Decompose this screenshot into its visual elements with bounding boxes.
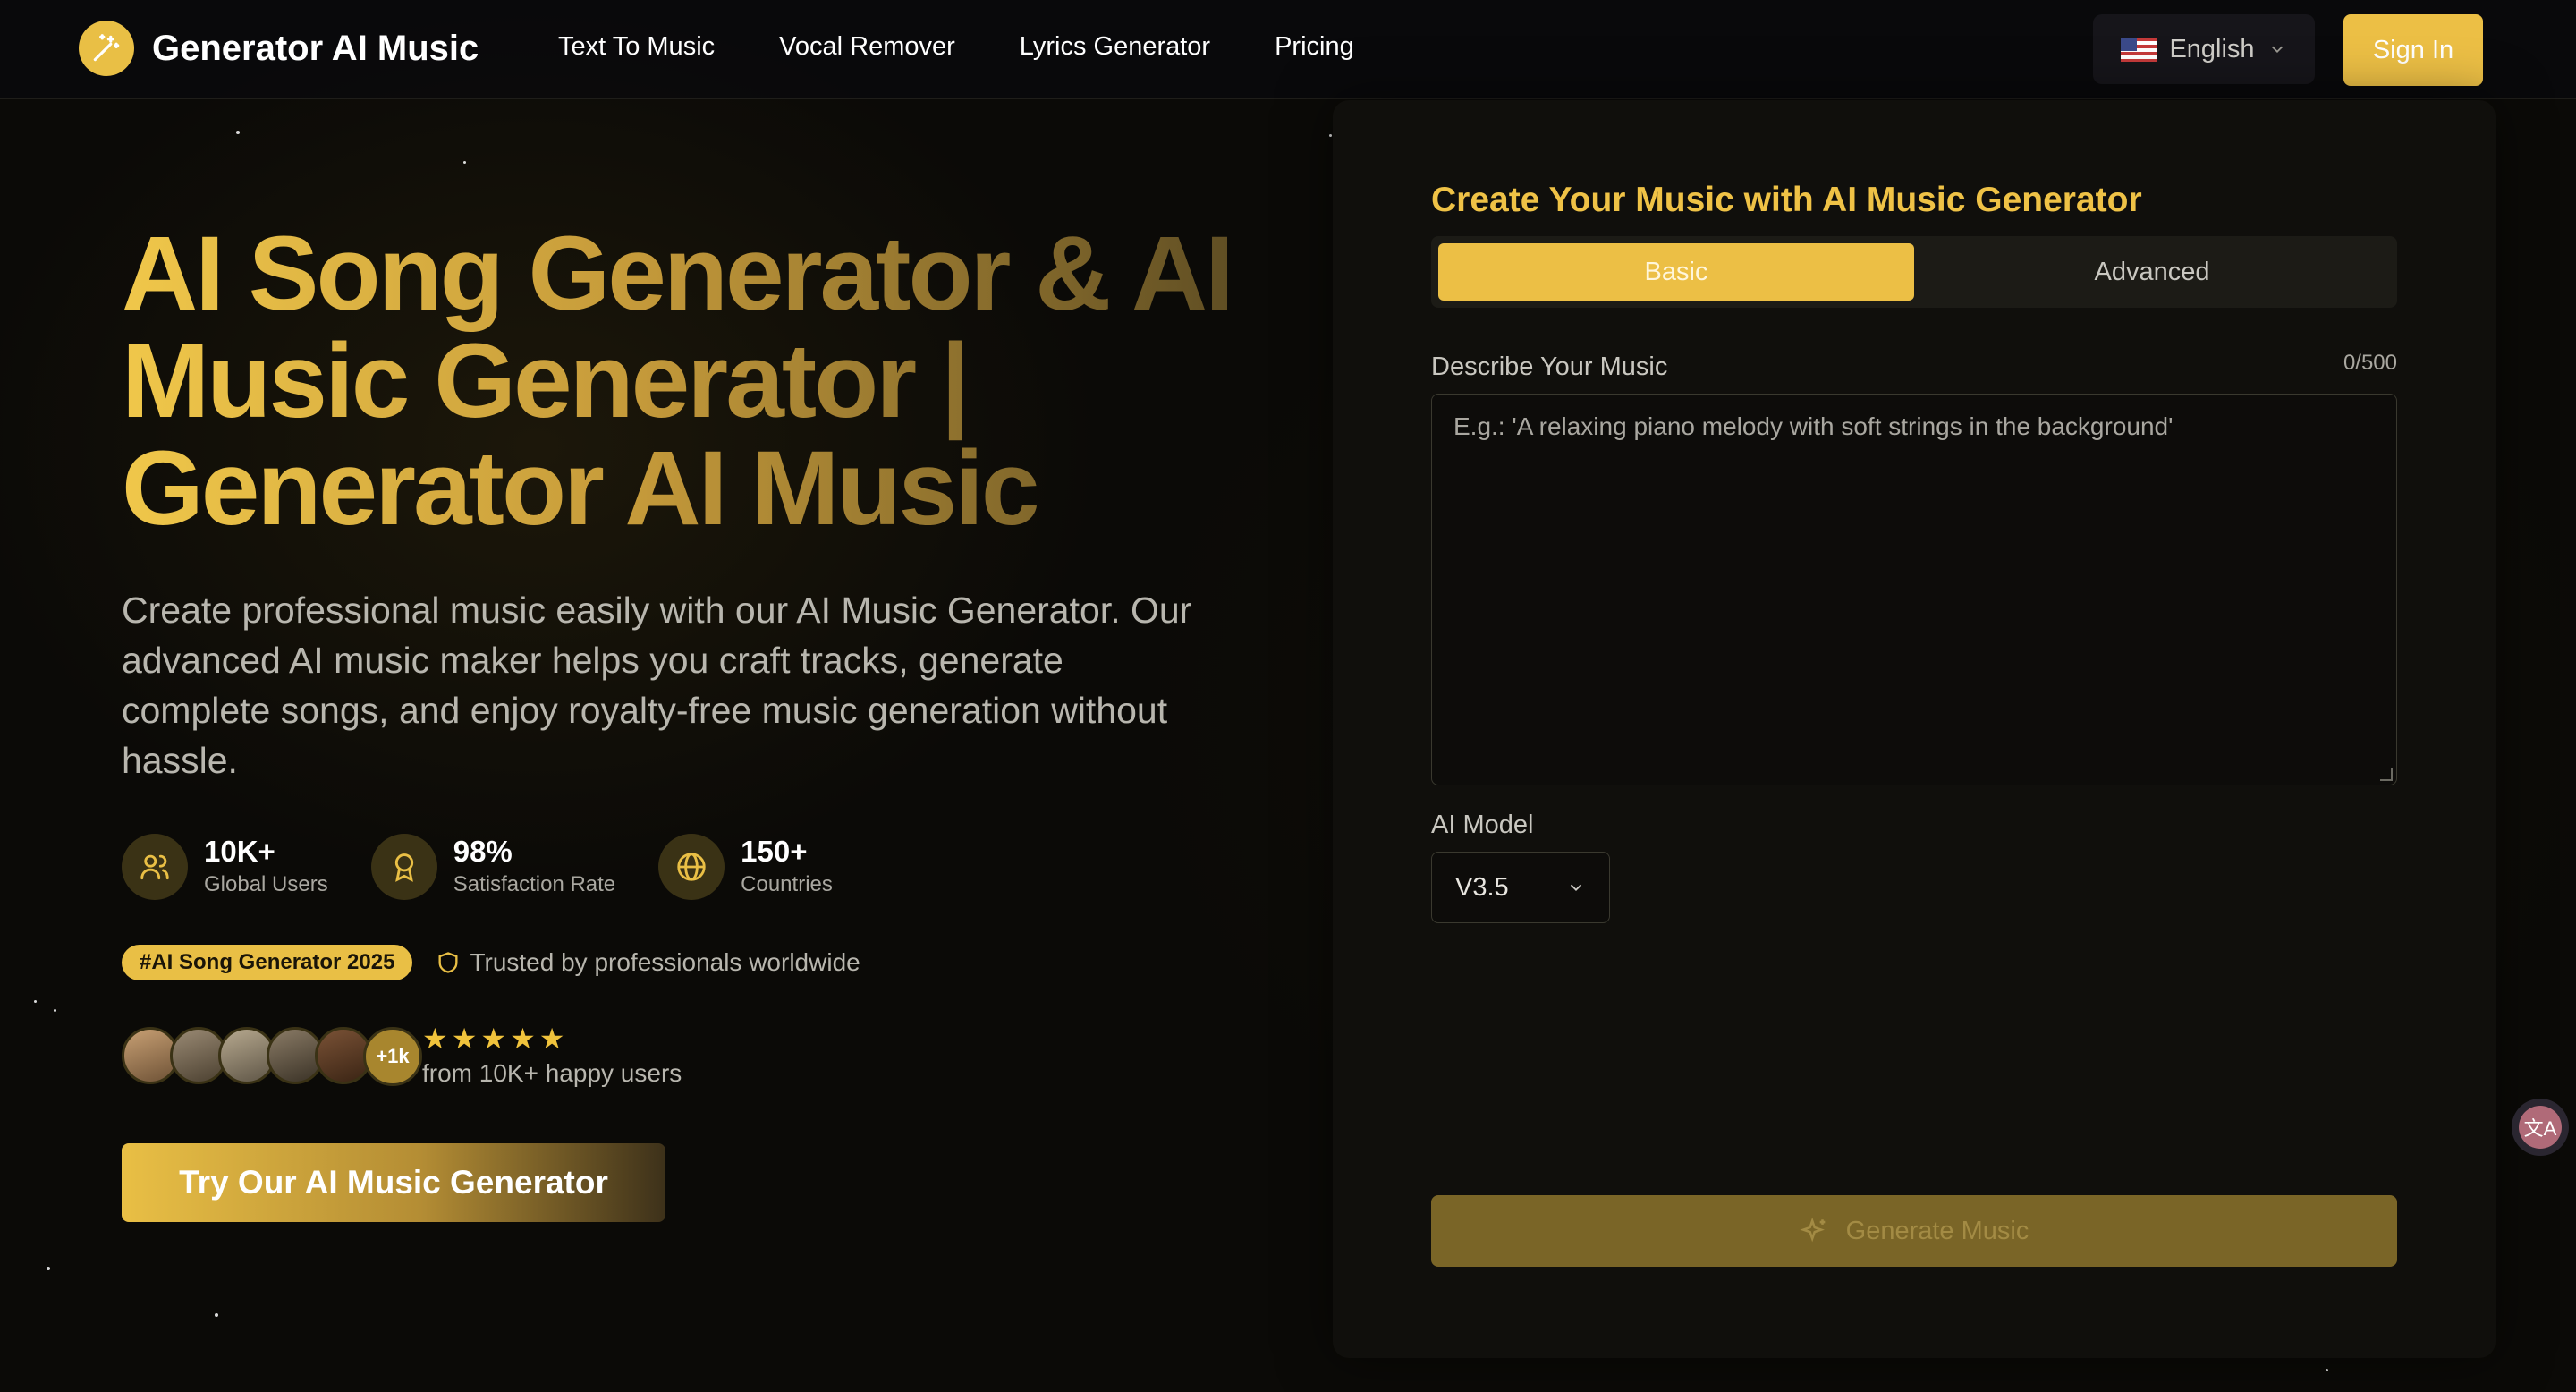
nav-text-to-music[interactable]: Text To Music [558, 32, 715, 62]
brand-name: Generator AI Music [152, 28, 479, 68]
sparkles-icon [1799, 1217, 1825, 1243]
language-selector[interactable]: English [2093, 14, 2315, 84]
stat-value: 98% [453, 835, 513, 868]
user-avatars: +1k [122, 1027, 422, 1086]
generate-label: Generate Music [1845, 1216, 2029, 1245]
mode-tabs: Basic Advanced [1431, 236, 2397, 308]
more-users-badge: +1k [363, 1027, 422, 1086]
translate-widget[interactable]: 文A [2512, 1099, 2569, 1156]
star-decoration [2326, 1369, 2328, 1371]
trusted-text: Trusted by professionals worldwide [470, 948, 860, 976]
tab-basic[interactable]: Basic [1438, 243, 1914, 301]
stats-row: 10K+ Global Users 98% Satisfaction Rate … [122, 834, 876, 900]
star-decoration [463, 161, 466, 164]
stat-users: 10K+ Global Users [122, 834, 328, 900]
model-select[interactable]: V3.5 [1431, 852, 1610, 923]
tab-advanced[interactable]: Advanced [1914, 243, 2390, 301]
top-navbar: Generator AI Music Text To Music Vocal R… [0, 0, 2576, 99]
stat-countries: 150+ Countries [658, 834, 833, 900]
hashtag-badge: #AI Song Generator 2025 [122, 945, 413, 980]
rating-block: ★★★★★ from 10K+ happy users [422, 1023, 682, 1088]
model-value: V3.5 [1455, 872, 1509, 902]
nav-lyrics-generator[interactable]: Lyrics Generator [1020, 32, 1210, 62]
panel-title: Create Your Music with AI Music Generato… [1431, 181, 2142, 219]
chevron-down-icon [2271, 46, 2283, 54]
happy-users-text: from 10K+ happy users [422, 1059, 682, 1087]
translate-icon: 文A [2519, 1106, 2562, 1149]
stat-label: Global Users [204, 872, 328, 896]
star-decoration [34, 1000, 37, 1003]
chevron-down-icon [1570, 884, 1582, 892]
char-counter: 0/500 [2343, 351, 2397, 375]
star-decoration [1329, 134, 1332, 137]
hero-title: AI Song Generator & AI Music Generator |… [122, 220, 1267, 542]
hero-subtitle: Create professional music easily with ou… [122, 590, 1192, 781]
star-decoration [47, 1267, 50, 1270]
us-flag-icon [2121, 37, 2157, 62]
stat-label: Countries [741, 872, 833, 896]
sign-in-button[interactable]: Sign In [2343, 14, 2483, 86]
nav-vocal-remover[interactable]: Vocal Remover [779, 32, 955, 62]
stat-satisfaction: 98% Satisfaction Rate [370, 834, 616, 900]
brand-logo[interactable]: Generator AI Music [79, 21, 479, 76]
magic-wand-icon [79, 21, 134, 76]
nav-pricing[interactable]: Pricing [1275, 32, 1354, 62]
star-decoration [215, 1313, 218, 1317]
generate-music-button[interactable]: Generate Music [1431, 1195, 2397, 1267]
main-nav: Text To Music Vocal Remover Lyrics Gener… [558, 32, 1419, 62]
language-label: English [2169, 34, 2255, 64]
stat-value: 10K+ [204, 835, 275, 868]
describe-music-input[interactable]: E.g.: 'A relaxing piano melody with soft… [1431, 394, 2397, 785]
trusted-note: Trusted by professionals worldwide [436, 948, 860, 977]
stat-value: 150+ [741, 835, 808, 868]
star-rating-icon: ★★★★★ [422, 1023, 569, 1055]
users-icon [122, 834, 188, 900]
try-generator-button[interactable]: Try Our AI Music Generator [122, 1143, 665, 1222]
globe-icon [658, 834, 725, 900]
describe-label: Describe Your Music [1431, 352, 1668, 381]
shield-icon [438, 952, 458, 973]
tag-row: #AI Song Generator 2025 Trusted by profe… [122, 945, 860, 980]
model-label: AI Model [1431, 811, 1534, 839]
star-decoration [54, 1009, 56, 1012]
award-icon [370, 834, 437, 900]
stat-label: Satisfaction Rate [453, 872, 616, 896]
star-decoration [236, 131, 240, 134]
